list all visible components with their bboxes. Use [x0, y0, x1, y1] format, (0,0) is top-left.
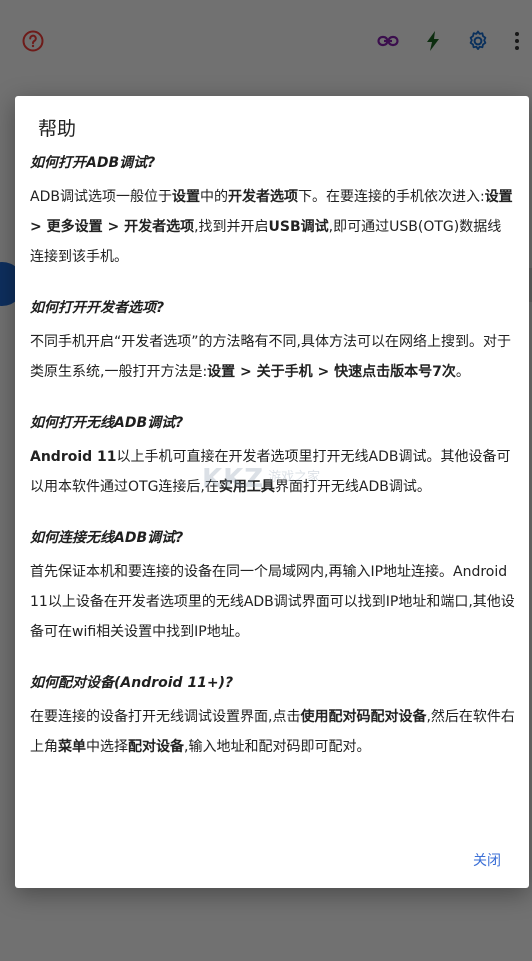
help-section: 如何配对设备(Android 11+)? 在要连接的设备打开无线调试设置界面,点击… — [30, 672, 515, 762]
help-question: 如何配对设备(Android 11+)? — [30, 675, 234, 691]
answer-text: ,找到并开启 — [194, 219, 269, 235]
answer-emphasis: 设置 > 关于手机 > 快速点击版本号7次 — [207, 364, 456, 380]
answer-text: ,输入地址和配对码即可配对。 — [184, 739, 371, 755]
answer-emphasis: 使用配对码配对设备 — [300, 709, 427, 725]
watermark-logo: KKZ — [202, 464, 265, 494]
answer-text: 下。在要连接的手机依次进入: — [297, 189, 485, 205]
answer-emphasis: 开发者选项 — [227, 189, 298, 205]
help-question: 如何打开ADB调试? — [30, 155, 156, 171]
help-section: 如何打开ADB调试? ADB调试选项一般位于设置中的开发者选项下。在要连接的手机依… — [30, 152, 515, 272]
answer-emphasis: USB调试 — [268, 219, 329, 235]
answer-text: ADB调试选项一般位于 — [30, 189, 172, 205]
help-answer: 在要连接的设备打开无线调试设置界面,点击使用配对码配对设备,然后在软件右上角菜单… — [30, 702, 515, 762]
answer-emphasis: 设置 — [171, 189, 200, 205]
answer-text: 中的 — [199, 189, 228, 205]
answer-emphasis: Android 11 — [30, 449, 117, 465]
answer-text: 中选择 — [86, 739, 128, 755]
watermark-subtitle: 游戏之家 — [268, 469, 321, 485]
help-answer: 首先保证本机和要连接的设备在同一个局域网内,再输入IP地址连接。Android … — [30, 557, 515, 647]
dialog-title: 帮助 — [38, 118, 77, 140]
help-question: 如何连接无线ADB调试? — [30, 530, 184, 546]
help-answer: ADB调试选项一般位于设置中的开发者选项下。在要连接的手机依次进入:设置 > 更… — [30, 182, 515, 272]
help-dialog: 帮助 如何打开ADB调试? ADB调试选项一般位于设置中的开发者选项下。在要连接的… — [15, 96, 529, 888]
help-section: 如何打开开发者选项? 不同手机开启“开发者选项”的方法略有不同,具体方法可以在网络… — [30, 297, 515, 387]
help-question: 如何打开无线ADB调试? — [30, 415, 184, 431]
watermark: KKZ 游戏之家 — [202, 464, 320, 494]
close-button[interactable]: 关闭 — [473, 850, 501, 870]
answer-emphasis: 菜单 — [58, 739, 86, 755]
answer-text: 。 — [455, 364, 470, 380]
help-section: 如何连接无线ADB调试? 首先保证本机和要连接的设备在同一个局域网内,再输入IP地… — [30, 527, 515, 647]
help-question: 如何打开开发者选项? — [30, 300, 165, 316]
help-answer: 不同手机开启“开发者选项”的方法略有不同,具体方法可以在网络上搜到。对于类原生系… — [30, 327, 515, 387]
answer-text: 首先保证本机和要连接的设备在同一个局域网内,再输入IP地址连接。Android … — [30, 564, 515, 640]
answer-emphasis: 配对设备 — [128, 739, 184, 755]
answer-text: 在要连接的设备打开无线调试设置界面,点击 — [30, 709, 301, 725]
